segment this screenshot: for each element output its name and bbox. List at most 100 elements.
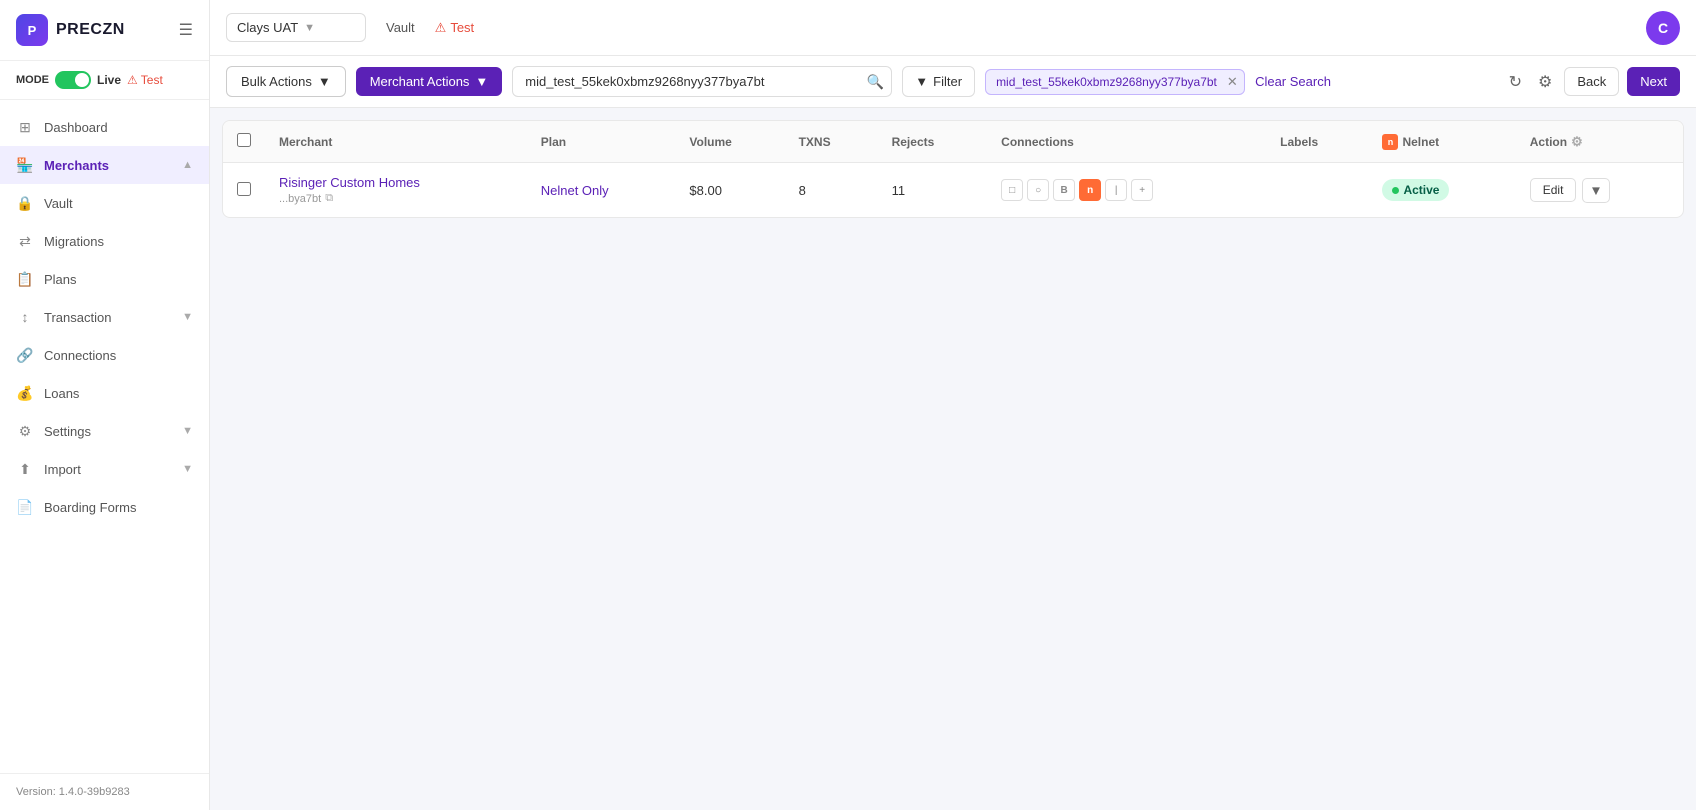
- transaction-chevron-icon: ▼: [182, 311, 193, 323]
- th-labels: Labels: [1266, 121, 1368, 163]
- filter-button[interactable]: ▼ Filter: [902, 66, 975, 97]
- settings-gear-button[interactable]: ⚙: [1534, 68, 1556, 96]
- merchants-icon: 🏪: [16, 156, 34, 174]
- sidebar-item-migrations[interactable]: ⇄ Migrations: [0, 222, 209, 260]
- vault-icon: 🔒: [16, 194, 34, 212]
- conn-icon-5[interactable]: +: [1131, 179, 1153, 201]
- sidebar-logo-area: P PRECZN ☰: [0, 0, 209, 61]
- status-dot: [1392, 187, 1399, 194]
- merchants-chevron-icon: ▲: [182, 159, 193, 171]
- sidebar: P PRECZN ☰ MODE Live ⚠ Test ⊞ Dashboard …: [0, 0, 210, 810]
- clear-search-button[interactable]: Clear Search: [1255, 74, 1331, 89]
- merchant-name-link[interactable]: Risinger Custom Homes: [279, 175, 420, 190]
- filter-tag-value: mid_test_55kek0xbmz9268nyy377bya7bt: [996, 75, 1217, 89]
- plans-icon: 📋: [16, 270, 34, 288]
- search-input[interactable]: [512, 66, 892, 97]
- topbar-right: C: [1646, 11, 1680, 45]
- conn-icon-bold[interactable]: B: [1053, 179, 1075, 201]
- table-row: Risinger Custom Homes ...bya7bt ⧉ Nelnet…: [223, 163, 1683, 218]
- th-merchant: Merchant: [265, 121, 527, 163]
- action-cell: Edit ▼: [1516, 163, 1683, 218]
- sidebar-label-transaction: Transaction: [44, 310, 172, 325]
- sidebar-item-import[interactable]: ⬆ Import ▼: [0, 450, 209, 488]
- action-dropdown-button[interactable]: ▼: [1582, 178, 1609, 203]
- sidebar-label-plans: Plans: [44, 272, 193, 287]
- bulk-actions-chevron-icon: ▼: [318, 74, 331, 89]
- vault-link[interactable]: Vault: [378, 16, 423, 39]
- test-badge: ⚠ Test: [127, 73, 163, 87]
- back-button[interactable]: Back: [1564, 67, 1619, 96]
- conn-icon-nelnet[interactable]: n: [1079, 179, 1101, 201]
- sidebar-label-connections: Connections: [44, 348, 193, 363]
- volume-value: $8.00: [689, 183, 722, 198]
- main-area: Clays UAT ▼ Vault ⚠ Test C Bulk Actions …: [210, 0, 1696, 810]
- nelnet-status-cell: Active: [1368, 163, 1515, 218]
- search-icon[interactable]: 🔍: [867, 73, 884, 90]
- merchant-actions-button[interactable]: Merchant Actions ▼: [356, 67, 503, 96]
- sidebar-label-settings: Settings: [44, 424, 172, 439]
- sidebar-item-merchants[interactable]: 🏪 Merchants ▲: [0, 146, 209, 184]
- alert-icon: ⚠: [127, 73, 138, 87]
- merchant-actions-chevron-icon: ▼: [475, 74, 488, 89]
- sidebar-item-settings[interactable]: ⚙ Settings ▼: [0, 412, 209, 450]
- bulk-actions-button[interactable]: Bulk Actions ▼: [226, 66, 346, 97]
- sidebar-nav: ⊞ Dashboard 🏪 Merchants ▲ 🔒 Vault ⇄ Migr…: [0, 100, 209, 773]
- mode-bar: MODE Live ⚠ Test: [0, 61, 209, 100]
- toggle-knob: [75, 73, 89, 87]
- refresh-button[interactable]: ↻: [1505, 68, 1526, 96]
- import-chevron-icon: ▼: [182, 463, 193, 475]
- hamburger-icon[interactable]: ☰: [179, 20, 193, 40]
- org-selector[interactable]: Clays UAT ▼: [226, 13, 366, 42]
- plan-link[interactable]: Nelnet Only: [541, 183, 609, 198]
- sidebar-label-loans: Loans: [44, 386, 193, 401]
- toolbar: Bulk Actions ▼ Merchant Actions ▼ 🔍 ▼ Fi…: [210, 56, 1696, 108]
- migrations-icon: ⇄: [16, 232, 34, 250]
- rejects-cell: 11: [878, 163, 988, 218]
- labels-cell: [1266, 163, 1368, 218]
- filter-label: Filter: [933, 74, 962, 89]
- th-volume: Volume: [675, 121, 784, 163]
- org-name: Clays UAT: [237, 20, 298, 35]
- th-action: Action ⚙: [1516, 121, 1683, 163]
- conn-icon-2[interactable]: ○: [1027, 179, 1049, 201]
- loans-icon: 💰: [16, 384, 34, 402]
- column-settings-icon[interactable]: ⚙: [1571, 134, 1583, 150]
- volume-cell: $8.00: [675, 163, 784, 218]
- avatar[interactable]: C: [1646, 11, 1680, 45]
- sidebar-item-transaction[interactable]: ↕ Transaction ▼: [0, 298, 209, 336]
- conn-icon-1[interactable]: □: [1001, 179, 1023, 201]
- merchant-table-container: Merchant Plan Volume TXNS Rejects Connec…: [222, 120, 1684, 218]
- dashboard-icon: ⊞: [16, 118, 34, 136]
- sidebar-item-vault[interactable]: 🔒 Vault: [0, 184, 209, 222]
- connections-cell: □ ○ B n | +: [987, 163, 1266, 218]
- edit-button[interactable]: Edit: [1530, 178, 1577, 202]
- copy-id-icon[interactable]: ⧉: [325, 192, 333, 205]
- th-rejects: Rejects: [878, 121, 988, 163]
- row-checkbox[interactable]: [237, 182, 251, 196]
- live-label: Live: [97, 73, 121, 87]
- sidebar-item-boarding-forms[interactable]: 📄 Boarding Forms: [0, 488, 209, 526]
- logo-text: PRECZN: [56, 21, 125, 39]
- action-buttons: Edit ▼: [1530, 178, 1669, 203]
- select-all-checkbox[interactable]: [237, 133, 251, 147]
- filter-close-icon[interactable]: ✕: [1227, 74, 1238, 90]
- conn-icon-4[interactable]: |: [1105, 179, 1127, 201]
- version-text: Version: 1.4.0-39b9283: [16, 786, 130, 798]
- live-toggle[interactable]: [55, 71, 91, 89]
- toolbar-actions: ↻ ⚙ Back Next: [1505, 67, 1680, 96]
- sidebar-item-dashboard[interactable]: ⊞ Dashboard: [0, 108, 209, 146]
- next-button[interactable]: Next: [1627, 67, 1680, 96]
- boarding-forms-icon: 📄: [16, 498, 34, 516]
- active-filter-tag: mid_test_55kek0xbmz9268nyy377bya7bt ✕: [985, 69, 1245, 95]
- th-connections: Connections: [987, 121, 1266, 163]
- test-label: Test: [450, 20, 474, 35]
- test-indicator: ⚠ Test: [435, 20, 475, 36]
- sidebar-item-loans[interactable]: 💰 Loans: [0, 374, 209, 412]
- sidebar-item-plans[interactable]: 📋 Plans: [0, 260, 209, 298]
- sidebar-label-dashboard: Dashboard: [44, 120, 193, 135]
- rejects-value: 11: [892, 183, 906, 198]
- sidebar-item-connections[interactable]: 🔗 Connections: [0, 336, 209, 374]
- th-checkbox: [223, 121, 265, 163]
- merchant-cell: Risinger Custom Homes ...bya7bt ⧉: [265, 163, 527, 218]
- table-body: Risinger Custom Homes ...bya7bt ⧉ Nelnet…: [223, 163, 1683, 218]
